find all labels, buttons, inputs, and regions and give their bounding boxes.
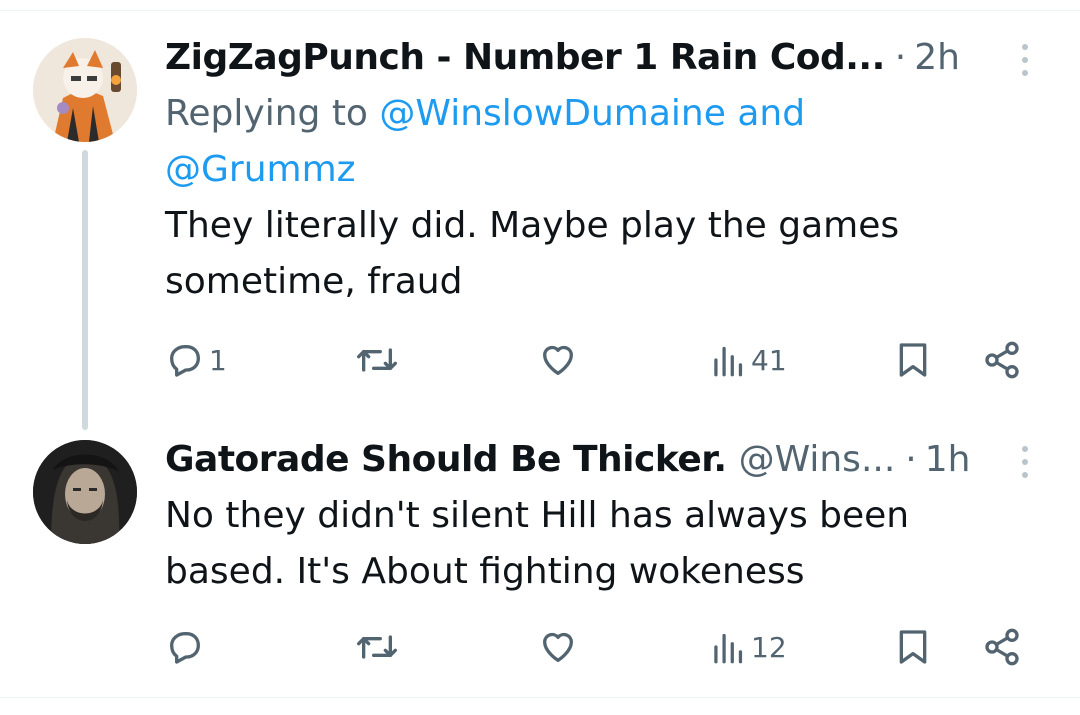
avatar[interactable] — [33, 38, 137, 142]
display-name[interactable]: ZigZagPunch - Number 1 Rain Cod... — [165, 30, 885, 86]
like-button[interactable] — [537, 335, 583, 385]
more-icon[interactable] — [1015, 40, 1035, 80]
bookmark-button[interactable] — [893, 622, 933, 672]
views-count: 41 — [751, 343, 787, 377]
avatar[interactable] — [33, 440, 137, 544]
tweet[interactable]: Gatorade Should Be Thicker. @Wins... · 1… — [165, 432, 1035, 666]
replying-to-joiner: and — [725, 93, 806, 134]
top-divider — [0, 10, 1080, 11]
reply-count: 1 — [209, 343, 227, 377]
share-button[interactable] — [981, 622, 1023, 672]
replying-to-prefix: Replying to — [165, 93, 380, 134]
views-icon — [714, 346, 743, 377]
timestamp[interactable]: 2h — [914, 30, 960, 86]
like-icon — [543, 632, 573, 662]
separator-dot: · — [905, 439, 917, 480]
reply-icon — [170, 632, 200, 664]
retweet-icon — [356, 348, 397, 372]
tweet-text: They literally did. Maybe play the games… — [165, 205, 900, 302]
tweet[interactable]: ZigZagPunch - Number 1 Rain Cod... · 2h … — [165, 30, 1035, 379]
user-handle[interactable]: @Wins... — [739, 432, 896, 488]
views-button[interactable]: 12 — [711, 622, 787, 672]
tweet-header: ZigZagPunch - Number 1 Rain Cod... · 2h — [165, 30, 1035, 86]
retweet-button[interactable] — [355, 335, 403, 385]
reply-button[interactable]: 1 — [165, 335, 227, 385]
timestamp[interactable]: 1h — [925, 432, 971, 488]
tweet-header: Gatorade Should Be Thicker. @Wins... · 1… — [165, 432, 1035, 488]
views-icon — [714, 633, 743, 664]
replying-to: Replying to @WinslowDumaine and @Grummz — [165, 86, 885, 198]
retweet-button[interactable] — [355, 622, 403, 672]
bookmark-button[interactable] — [893, 335, 933, 385]
separator-dot: · — [894, 37, 907, 78]
action-bar: 1 41 — [165, 335, 1035, 385]
retweet-icon — [356, 635, 397, 659]
share-icon — [985, 341, 1019, 379]
views-button[interactable]: 41 — [711, 335, 787, 385]
views-count: 12 — [751, 630, 787, 664]
mention-link[interactable]: @Grummz — [165, 149, 356, 190]
reply-icon — [170, 345, 200, 377]
like-icon — [543, 345, 573, 375]
like-button[interactable] — [537, 622, 583, 672]
reply-button[interactable] — [165, 622, 209, 672]
tweet-text: No they didn't silent Hill has always be… — [165, 495, 910, 592]
share-icon — [985, 628, 1019, 666]
bottom-divider — [0, 697, 1080, 698]
display-name[interactable]: Gatorade Should Be Thicker. — [165, 432, 727, 488]
more-icon[interactable] — [1015, 442, 1035, 482]
thread-connector-line — [82, 150, 88, 430]
action-bar: 12 — [165, 622, 1035, 672]
bookmark-icon — [899, 343, 927, 377]
share-button[interactable] — [981, 335, 1023, 385]
mention-link[interactable]: @WinslowDumaine — [379, 93, 725, 134]
bookmark-icon — [899, 630, 927, 664]
